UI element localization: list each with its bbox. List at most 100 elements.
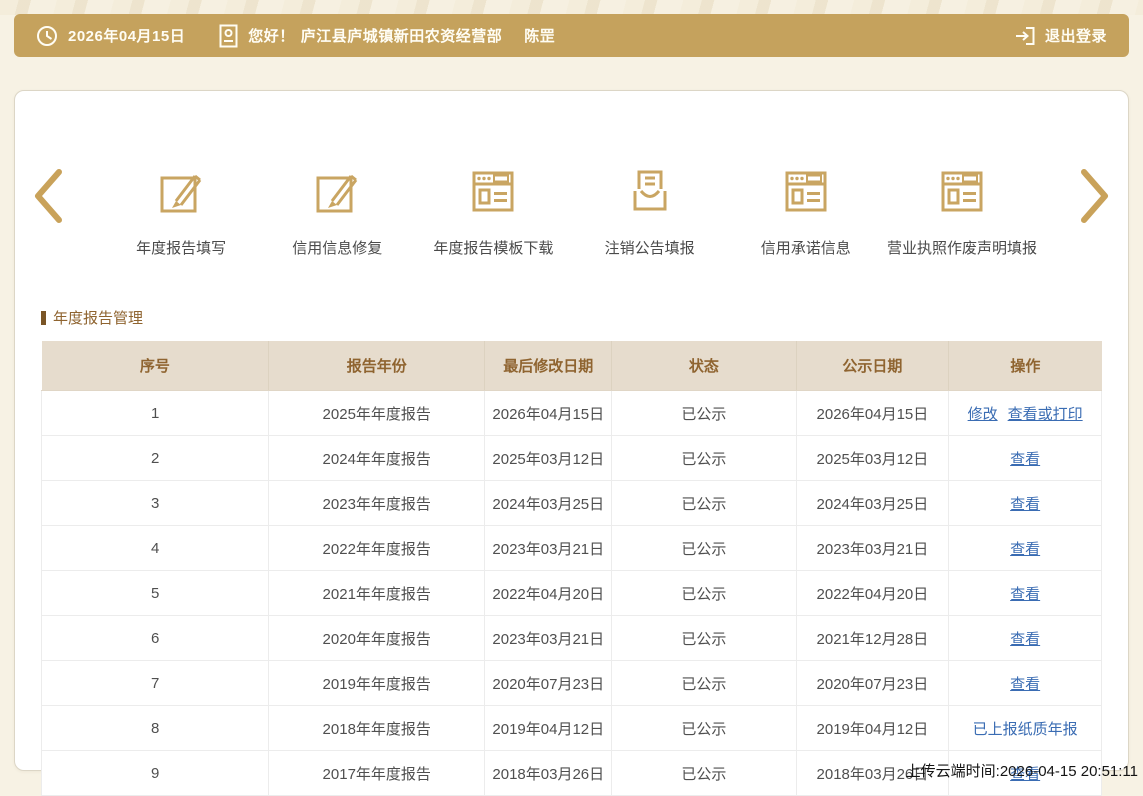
cell-actions: 查看 xyxy=(948,570,1102,616)
carousel-item-label: 信用承诺信息 xyxy=(760,240,851,257)
table-row: 3 2023年年度报告 2024年03月25日 已公示 2024年03月25日 … xyxy=(40,480,1102,526)
cell-status: 已公示 xyxy=(611,390,797,436)
carousel-prev-button[interactable] xyxy=(31,167,65,228)
cell-report-year: 2023年年度报告 xyxy=(268,480,486,526)
carousel-item[interactable]: 营业执照作废声明填报 xyxy=(884,165,1040,258)
report-template-download-icon xyxy=(467,165,519,217)
cell-report-year: 2020年年度报告 xyxy=(268,615,486,661)
cell-status: 已公示 xyxy=(611,480,797,526)
table-column-header: 最后修改日期 xyxy=(484,341,613,391)
cell-publish-date: 2025年03月12日 xyxy=(795,435,950,481)
cell-index: 4 xyxy=(40,525,270,571)
carousel-item[interactable]: 信用信息修复 xyxy=(259,165,415,258)
cell-index: 5 xyxy=(40,570,270,616)
cell-modified-date: 2023年03月21日 xyxy=(484,525,613,571)
cell-status: 已公示 xyxy=(611,435,797,481)
cell-status: 已公示 xyxy=(611,705,797,751)
cell-publish-date: 2019年04月12日 xyxy=(795,705,950,751)
cell-report-year: 2021年年度报告 xyxy=(268,570,486,616)
annual-report-edit-icon xyxy=(155,165,207,217)
logout-button[interactable]: 退出登录 xyxy=(1014,25,1107,47)
table-row: 4 2022年年度报告 2023年03月21日 已公示 2023年03月21日 … xyxy=(40,525,1102,571)
cell-report-year: 2022年年度报告 xyxy=(268,525,486,571)
table-row: 1 2025年年度报告 2026年04月15日 已公示 2026年04月15日 … xyxy=(40,390,1102,436)
greeting-text: 您好！ xyxy=(248,28,295,45)
table-row: 8 2018年年度报告 2019年04月12日 已公示 2019年04月12日 … xyxy=(40,705,1102,751)
table-row: 2 2024年年度报告 2025年03月12日 已公示 2025年03月12日 … xyxy=(40,435,1102,481)
credit-commitment-icon xyxy=(780,165,832,217)
cell-modified-date: 2022年04月20日 xyxy=(484,570,613,616)
logout-icon xyxy=(1014,25,1036,47)
cell-status: 已公示 xyxy=(611,525,797,571)
cell-index: 2 xyxy=(40,435,270,481)
shortcut-carousel: 年度报告填写 信用信息修复 年度报告模板下载 注销公告填报 信用承诺信息 营业执… xyxy=(15,91,1128,258)
cell-publish-date: 2020年07月23日 xyxy=(795,660,950,706)
cell-modified-date: 2026年04月15日 xyxy=(484,390,613,436)
carousel-next-button[interactable] xyxy=(1078,167,1112,228)
action-status-text: 已上报纸质年报 xyxy=(972,720,1078,738)
carousel-item-label: 年度报告填写 xyxy=(136,240,227,257)
table-column-header: 状态 xyxy=(611,341,797,391)
carousel-item-label: 营业执照作废声明填报 xyxy=(886,240,1037,257)
action-link[interactable]: 查看 xyxy=(1010,586,1040,603)
current-date: 2026年04月15日 xyxy=(68,28,186,45)
cell-actions: 查看 xyxy=(948,480,1102,526)
carousel-item[interactable]: 年度报告模板下载 xyxy=(415,165,571,258)
topbar-left-group: 2026年04月15日 您好！ 庐江县庐城镇新田农资经营部 陈罡 xyxy=(36,24,555,48)
cell-modified-date: 2019年04月12日 xyxy=(484,705,613,751)
cell-modified-date: 2024年03月25日 xyxy=(484,480,613,526)
cell-actions: 查看 xyxy=(948,615,1102,661)
cell-publish-date: 2021年12月28日 xyxy=(795,615,950,661)
carousel-item[interactable]: 注销公告填报 xyxy=(572,165,728,258)
upload-timestamp: 上传云端时间:2026-04-15 20:51:11 xyxy=(905,763,1138,780)
table-row: 7 2019年年度报告 2020年07月23日 已公示 2020年07月23日 … xyxy=(40,660,1102,706)
cell-publish-date: 2023年03月21日 xyxy=(795,525,950,571)
cell-report-year: 2025年年度报告 xyxy=(268,390,486,436)
topbar: 2026年04月15日 您好！ 庐江县庐城镇新田农资经营部 陈罡 退出登录 xyxy=(14,14,1129,57)
cell-modified-date: 2025年03月12日 xyxy=(484,435,613,481)
cancellation-notice-icon xyxy=(624,165,676,217)
table-column-header: 报告年份 xyxy=(268,341,486,391)
action-link[interactable]: 查看或打印 xyxy=(1008,406,1083,423)
action-link[interactable]: 修改 xyxy=(968,406,998,423)
table-column-header: 序号 xyxy=(41,341,270,391)
user-name: 陈罡 xyxy=(524,28,556,45)
cell-actions: 查看 xyxy=(948,525,1102,571)
carousel-item[interactable]: 信用承诺信息 xyxy=(728,165,884,258)
cell-actions: 已上报纸质年报 xyxy=(948,705,1102,751)
section-bullet xyxy=(41,310,46,325)
action-link[interactable]: 查看 xyxy=(1010,496,1040,513)
cell-publish-date: 2024年03月25日 xyxy=(795,480,950,526)
table-row: 5 2021年年度报告 2022年04月20日 已公示 2022年04月20日 … xyxy=(40,570,1102,616)
action-link[interactable]: 查看 xyxy=(1010,676,1040,693)
action-link[interactable]: 查看 xyxy=(1010,451,1040,468)
carousel-item-label: 注销公告填报 xyxy=(604,240,695,257)
cell-index: 6 xyxy=(40,615,270,661)
logout-label: 退出登录 xyxy=(1044,28,1107,45)
cell-report-year: 2018年年度报告 xyxy=(268,705,486,751)
table-column-header: 公示日期 xyxy=(796,341,950,391)
id-badge-icon xyxy=(219,24,238,48)
cell-status: 已公示 xyxy=(611,570,797,616)
action-link[interactable]: 查看 xyxy=(1010,541,1040,558)
action-link[interactable]: 查看 xyxy=(1010,631,1040,648)
cell-index: 7 xyxy=(40,660,270,706)
cell-actions: 查看 xyxy=(948,660,1102,706)
table-header-row: 序号 报告年份 最后修改日期 状态 公示日期 操作 xyxy=(41,341,1102,391)
cell-status: 已公示 xyxy=(611,615,797,661)
section-header: 年度报告管理 xyxy=(41,307,1128,328)
company-name: 庐江县庐城镇新田农资经营部 xyxy=(300,28,503,45)
cell-index: 3 xyxy=(40,480,270,526)
carousel-item[interactable]: 年度报告填写 xyxy=(103,165,259,258)
annual-report-table: 序号 报告年份 最后修改日期 状态 公示日期 操作 1 2025年年度报告 20… xyxy=(40,341,1102,796)
cell-publish-date: 2026年04月15日 xyxy=(795,390,950,436)
cell-report-year: 2019年年度报告 xyxy=(268,660,486,706)
table-column-header: 操作 xyxy=(948,341,1102,391)
cell-index: 1 xyxy=(40,390,270,436)
cell-modified-date: 2023年03月21日 xyxy=(484,615,613,661)
cell-modified-date: 2020年07月23日 xyxy=(484,660,613,706)
cell-publish-date: 2022年04月20日 xyxy=(795,570,950,616)
cell-actions: 查看 xyxy=(948,435,1102,481)
cell-status: 已公示 xyxy=(611,660,797,706)
carousel-item-label: 年度报告模板下载 xyxy=(433,240,554,257)
